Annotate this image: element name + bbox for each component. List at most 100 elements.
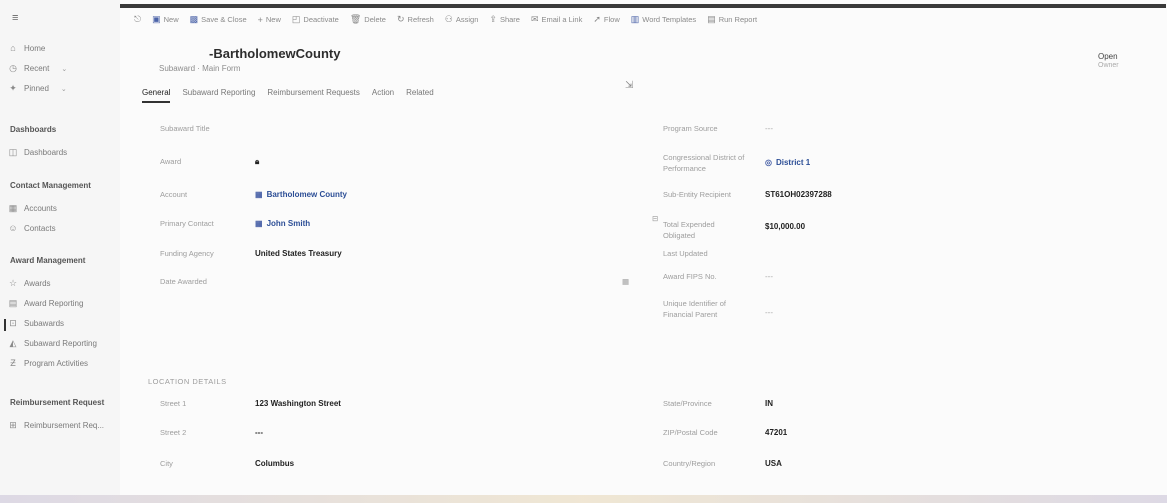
sidebar-item-accounts[interactable]: ▦ Accounts bbox=[8, 203, 57, 214]
assign-icon: ⚇ bbox=[444, 14, 453, 24]
sidebar-item-contacts[interactable]: ☺ Contacts bbox=[8, 223, 55, 233]
total-expended-label: Total Expended Obligated bbox=[663, 220, 715, 240]
command-bar: ⎋ ▣ New ▩ Save & Close + New ◰ Deactivate 🗑 D… bbox=[134, 14, 757, 25]
word-templates-icon: ▥ bbox=[630, 14, 640, 24]
subaward-title-label: Subaward Title bbox=[160, 124, 210, 133]
run-report-button[interactable]: ▤ Run Report bbox=[707, 14, 757, 25]
sidebar-item-label: Dashboards bbox=[24, 148, 68, 157]
tab-subaward-reporting[interactable]: Subaward Reporting bbox=[182, 88, 255, 103]
form-selector[interactable]: Subaward · Main Form bbox=[159, 64, 240, 73]
refresh-button[interactable]: ↻ Refresh bbox=[397, 14, 434, 25]
hamburger-menu-icon[interactable]: ≡ bbox=[12, 12, 24, 24]
new-button[interactable]: ▣ New bbox=[152, 14, 179, 25]
email-link-icon: ✉ bbox=[530, 14, 539, 24]
assign-button[interactable]: ⚇ Assign bbox=[445, 14, 479, 25]
sidebar-item-subaward-reporting[interactable]: ◭ Subaward Reporting bbox=[8, 338, 97, 349]
subaward-report-icon: ◭ bbox=[9, 338, 17, 348]
reimbursement-icon: ⊞ bbox=[9, 420, 17, 430]
primary-contact-label: Primary Contact bbox=[160, 219, 214, 228]
building-icon: ▦ bbox=[255, 190, 263, 199]
flow-button[interactable]: ➚ Flow bbox=[593, 14, 619, 25]
program-source-value[interactable]: --- bbox=[765, 124, 773, 133]
subaward-icon: ⊡ bbox=[9, 318, 17, 328]
congressional-district-link[interactable]: ◎ District 1 bbox=[765, 158, 810, 167]
new-plus-button[interactable]: + New bbox=[258, 15, 281, 25]
sidebar-item-label: Award Reporting bbox=[24, 299, 84, 308]
dashboard-icon: ◫ bbox=[8, 147, 18, 157]
chevron-down-icon[interactable]: ⌄ bbox=[61, 85, 67, 93]
active-indicator bbox=[4, 319, 6, 331]
sidebar-item-recent[interactable]: ◷ Recent ⌄ bbox=[8, 63, 67, 74]
building-icon: ▦ bbox=[8, 203, 18, 213]
group-award-management: Award Management bbox=[10, 256, 86, 265]
tab-action[interactable]: Action bbox=[372, 88, 394, 103]
tab-general[interactable]: General bbox=[142, 88, 171, 103]
tab-related[interactable]: Related bbox=[406, 88, 434, 103]
sidebar-item-label: Subaward Reporting bbox=[24, 339, 97, 348]
delete-button[interactable]: 🗑 Delete bbox=[350, 14, 386, 25]
sidebar-item-program-activities[interactable]: Ƶ Program Activities bbox=[8, 358, 88, 368]
flow-icon: ➚ bbox=[593, 14, 601, 24]
save-close-icon: ▩ bbox=[189, 14, 199, 24]
sidebar: ≡ ⌂ Home ◷ Recent ⌄ ✦ Pinned ⌄ Dashboards ◫ Da… bbox=[0, 0, 120, 495]
owner-label: Owner bbox=[1098, 62, 1119, 69]
award-icon: ☆ bbox=[8, 278, 18, 288]
sidebar-item-award-reporting[interactable]: ▤ Award Reporting bbox=[8, 298, 84, 309]
report-icon: ▤ bbox=[8, 298, 18, 308]
funding-agency-value[interactable]: United States Treasury bbox=[255, 249, 342, 258]
country-value[interactable]: USA bbox=[765, 459, 782, 468]
calendar-icon[interactable]: ▦ bbox=[622, 277, 629, 286]
zip-value[interactable]: 47201 bbox=[765, 428, 787, 437]
run-report-icon: ▤ bbox=[707, 14, 716, 24]
new-plus-icon: + bbox=[257, 14, 263, 25]
word-templates-button[interactable]: ▥ Word Templates bbox=[631, 14, 696, 25]
primary-contact-link[interactable]: ▦ John Smith bbox=[255, 219, 310, 228]
lock-icon: ⊟ bbox=[652, 214, 659, 223]
sidebar-item-dashboards[interactable]: ◫ Dashboards bbox=[8, 147, 67, 158]
country-label: Country/Region bbox=[663, 459, 716, 468]
sidebar-item-subawards[interactable]: ⊡ Subawards bbox=[8, 318, 64, 329]
program-source-label: Program Source bbox=[663, 124, 718, 133]
street2-label: Street 2 bbox=[160, 428, 187, 437]
deactivate-icon: ◰ bbox=[291, 14, 301, 24]
city-value[interactable]: Columbus bbox=[255, 459, 294, 468]
share-button[interactable]: ⇪ Share bbox=[489, 14, 520, 25]
unique-identifier-value[interactable]: --- bbox=[765, 308, 773, 317]
account-label: Account bbox=[160, 190, 188, 199]
sub-entity-label: Sub-Entity Recipient bbox=[663, 190, 731, 199]
save-close-button[interactable]: ▩ Save & Close bbox=[190, 14, 247, 25]
award-label: Award bbox=[160, 157, 182, 166]
email-link-button[interactable]: ✉ Email a Link bbox=[531, 14, 582, 25]
back-button[interactable]: ⎋ bbox=[134, 14, 141, 25]
tab-reimbursement-requests[interactable]: Reimbursement Requests bbox=[267, 88, 359, 103]
sidebar-item-label: Accounts bbox=[24, 204, 57, 213]
state-value[interactable]: IN bbox=[765, 399, 773, 408]
total-expended-value[interactable]: $10,000.00 bbox=[765, 222, 805, 231]
congressional-district-label: Congressional District of Performance bbox=[663, 153, 745, 173]
sidebar-item-pinned[interactable]: ✦ Pinned ⌄ bbox=[8, 83, 67, 94]
award-fips-value[interactable]: --- bbox=[765, 272, 773, 281]
sidebar-item-home[interactable]: ⌂ Home bbox=[8, 43, 45, 53]
street2-value[interactable]: --- bbox=[255, 428, 263, 437]
account-link[interactable]: ▦ Bartholomew County bbox=[255, 190, 347, 199]
form-tabs: General Subaward Reporting Reimbursement… bbox=[142, 88, 434, 103]
street1-value[interactable]: 123 Washington Street bbox=[255, 399, 341, 408]
chevron-down-icon[interactable]: ⌄ bbox=[61, 65, 67, 73]
top-strip bbox=[76, 4, 1166, 8]
sidebar-item-reimbursement[interactable]: ⊞ Reimbursement Req... bbox=[8, 420, 104, 431]
home-icon: ⌂ bbox=[10, 43, 16, 53]
award-value[interactable]: 🔒︎ bbox=[255, 157, 259, 167]
sub-entity-value[interactable]: ST61OH02397288 bbox=[765, 190, 832, 199]
sidebar-item-label: Home bbox=[24, 43, 46, 53]
record-title: -BartholomewCounty bbox=[209, 46, 341, 61]
deactivate-button[interactable]: ◰ Deactivate bbox=[292, 14, 339, 25]
delete-icon: 🗑 bbox=[349, 14, 362, 24]
mouse-cursor-icon: ⇲ bbox=[625, 80, 634, 91]
state-label: State/Province bbox=[663, 399, 712, 408]
owner-value[interactable]: Open bbox=[1098, 52, 1118, 61]
sidebar-item-label: Pinned bbox=[24, 84, 49, 93]
sidebar-item-awards[interactable]: ☆ Awards bbox=[8, 278, 51, 289]
group-reimbursement-request: Reimbursement Request bbox=[10, 398, 105, 407]
recent-icon: ◷ bbox=[9, 63, 17, 73]
pinned-icon: ✦ bbox=[9, 83, 17, 93]
